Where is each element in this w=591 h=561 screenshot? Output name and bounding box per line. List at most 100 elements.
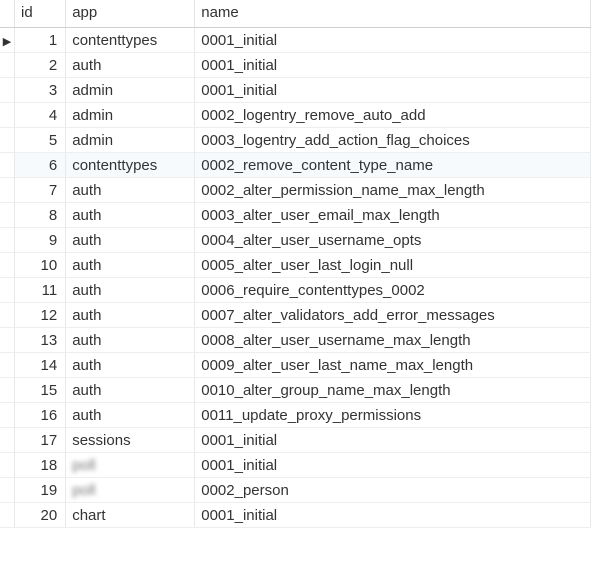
cell-name[interactable]: 0002_logentry_remove_auto_add xyxy=(195,103,591,128)
table-row[interactable]: 9auth0004_alter_user_username_opts xyxy=(0,228,591,253)
cell-app[interactable]: auth xyxy=(66,228,195,253)
cell-app[interactable]: auth xyxy=(66,353,195,378)
table-row[interactable]: ▶1contenttypes0001_initial xyxy=(0,28,591,53)
column-header-name[interactable]: name xyxy=(195,0,591,28)
cell-app[interactable]: auth xyxy=(66,53,195,78)
cell-name[interactable]: 0001_initial xyxy=(195,78,591,103)
table-row[interactable]: 13auth0008_alter_user_username_max_lengt… xyxy=(0,328,591,353)
table-row[interactable]: 11auth0006_require_contenttypes_0002 xyxy=(0,278,591,303)
row-indicator-cell xyxy=(0,253,15,278)
cell-id[interactable]: 9 xyxy=(15,228,66,253)
table-row[interactable]: 17sessions0001_initial xyxy=(0,428,591,453)
cell-name[interactable]: 0002_person xyxy=(195,478,591,503)
table-row[interactable]: 18poll0001_initial xyxy=(0,453,591,478)
table-row[interactable]: 8auth0003_alter_user_email_max_length xyxy=(0,203,591,228)
row-indicator-cell xyxy=(0,153,15,178)
cell-app[interactable]: poll xyxy=(66,453,195,478)
cell-id[interactable]: 6 xyxy=(15,153,66,178)
cell-id[interactable]: 12 xyxy=(15,303,66,328)
cell-app[interactable]: auth xyxy=(66,403,195,428)
cell-app[interactable]: chart xyxy=(66,503,195,528)
cell-id[interactable]: 20 xyxy=(15,503,66,528)
cell-id[interactable]: 3 xyxy=(15,78,66,103)
table-row[interactable]: 7auth0002_alter_permission_name_max_leng… xyxy=(0,178,591,203)
row-indicator-cell xyxy=(0,78,15,103)
row-indicator-cell xyxy=(0,303,15,328)
cell-id[interactable]: 11 xyxy=(15,278,66,303)
table-row[interactable]: 2auth0001_initial xyxy=(0,53,591,78)
cell-id[interactable]: 1 xyxy=(15,28,66,53)
table-row[interactable]: 3admin0001_initial xyxy=(0,78,591,103)
cell-app[interactable]: sessions xyxy=(66,428,195,453)
row-indicator-cell xyxy=(0,178,15,203)
data-table[interactable]: id app name ▶1contenttypes0001_initial2a… xyxy=(0,0,591,528)
cell-app[interactable]: auth xyxy=(66,303,195,328)
cell-name[interactable]: 0001_initial xyxy=(195,428,591,453)
cell-name[interactable]: 0001_initial xyxy=(195,53,591,78)
table-row[interactable]: 4admin0002_logentry_remove_auto_add xyxy=(0,103,591,128)
row-indicator-cell xyxy=(0,53,15,78)
table-row[interactable]: 14auth0009_alter_user_last_name_max_leng… xyxy=(0,353,591,378)
row-indicator-cell xyxy=(0,128,15,153)
cell-name[interactable]: 0001_initial xyxy=(195,28,591,53)
cell-app[interactable]: auth xyxy=(66,178,195,203)
cell-app[interactable]: contenttypes xyxy=(66,153,195,178)
row-indicator-cell xyxy=(0,278,15,303)
cell-app[interactable]: auth xyxy=(66,328,195,353)
cell-id[interactable]: 15 xyxy=(15,378,66,403)
table-row[interactable]: 6contenttypes0002_remove_content_type_na… xyxy=(0,153,591,178)
cell-id[interactable]: 18 xyxy=(15,453,66,478)
cell-name[interactable]: 0010_alter_group_name_max_length xyxy=(195,378,591,403)
cell-id[interactable]: 8 xyxy=(15,203,66,228)
cell-name[interactable]: 0009_alter_user_last_name_max_length xyxy=(195,353,591,378)
row-indicator-cell xyxy=(0,378,15,403)
cell-name[interactable]: 0006_require_contenttypes_0002 xyxy=(195,278,591,303)
cell-name[interactable]: 0004_alter_user_username_opts xyxy=(195,228,591,253)
cell-id[interactable]: 5 xyxy=(15,128,66,153)
row-indicator-cell xyxy=(0,503,15,528)
cell-app[interactable]: auth xyxy=(66,203,195,228)
cell-id[interactable]: 14 xyxy=(15,353,66,378)
table-row[interactable]: 15auth0010_alter_group_name_max_length xyxy=(0,378,591,403)
row-indicator-cell xyxy=(0,353,15,378)
cell-name[interactable]: 0003_logentry_add_action_flag_choices xyxy=(195,128,591,153)
cell-name[interactable]: 0008_alter_user_username_max_length xyxy=(195,328,591,353)
cell-id[interactable]: 4 xyxy=(15,103,66,128)
cell-app[interactable]: poll xyxy=(66,478,195,503)
cell-id[interactable]: 13 xyxy=(15,328,66,353)
column-header-id[interactable]: id xyxy=(15,0,66,28)
cell-app[interactable]: contenttypes xyxy=(66,28,195,53)
cell-id[interactable]: 10 xyxy=(15,253,66,278)
cell-id[interactable]: 19 xyxy=(15,478,66,503)
cell-app[interactable]: auth xyxy=(66,253,195,278)
cell-name[interactable]: 0007_alter_validators_add_error_messages xyxy=(195,303,591,328)
cell-app[interactable]: auth xyxy=(66,278,195,303)
cell-app[interactable]: admin xyxy=(66,128,195,153)
cell-name[interactable]: 0001_initial xyxy=(195,503,591,528)
cell-id[interactable]: 2 xyxy=(15,53,66,78)
table-header-row: id app name xyxy=(0,0,591,28)
cell-app[interactable]: auth xyxy=(66,378,195,403)
table-row[interactable]: 12auth0007_alter_validators_add_error_me… xyxy=(0,303,591,328)
cell-id[interactable]: 17 xyxy=(15,428,66,453)
cell-name[interactable]: 0003_alter_user_email_max_length xyxy=(195,203,591,228)
column-header-app[interactable]: app xyxy=(66,0,195,28)
row-indicator-cell xyxy=(0,228,15,253)
table-row[interactable]: 20chart0001_initial xyxy=(0,503,591,528)
row-indicator-cell xyxy=(0,403,15,428)
cell-name[interactable]: 0002_remove_content_type_name xyxy=(195,153,591,178)
table-row[interactable]: 10auth0005_alter_user_last_login_null xyxy=(0,253,591,278)
cell-app[interactable]: admin xyxy=(66,78,195,103)
cell-app[interactable]: admin xyxy=(66,103,195,128)
table-row[interactable]: 19poll0002_person xyxy=(0,478,591,503)
cell-name[interactable]: 0001_initial xyxy=(195,453,591,478)
cell-id[interactable]: 16 xyxy=(15,403,66,428)
cell-name[interactable]: 0011_update_proxy_permissions xyxy=(195,403,591,428)
table-row[interactable]: 5admin0003_logentry_add_action_flag_choi… xyxy=(0,128,591,153)
cell-name[interactable]: 0002_alter_permission_name_max_length xyxy=(195,178,591,203)
table-row[interactable]: 16auth0011_update_proxy_permissions xyxy=(0,403,591,428)
row-indicator-cell xyxy=(0,203,15,228)
cell-id[interactable]: 7 xyxy=(15,178,66,203)
row-indicator-cell xyxy=(0,428,15,453)
cell-name[interactable]: 0005_alter_user_last_login_null xyxy=(195,253,591,278)
